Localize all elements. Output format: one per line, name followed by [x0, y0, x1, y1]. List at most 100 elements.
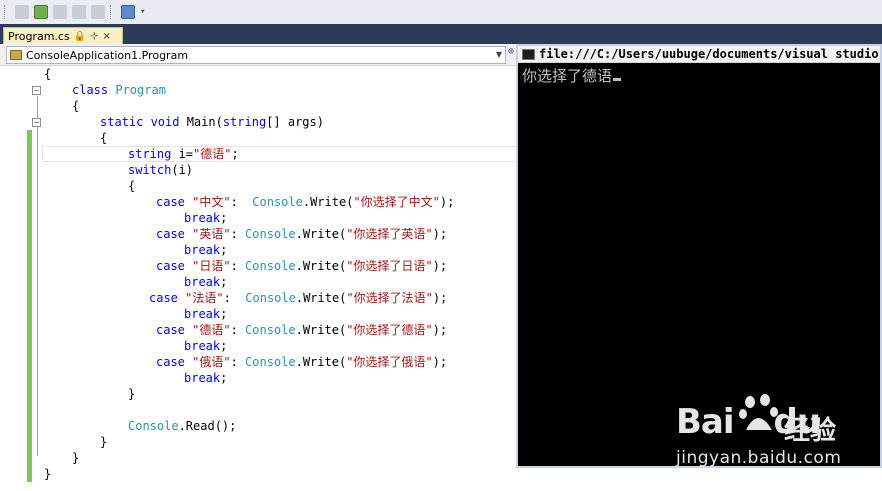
- code-token: ;: [220, 211, 228, 225]
- code-line[interactable]: break;: [184, 274, 227, 290]
- code-token: "俄语": [192, 355, 231, 369]
- code-token: class: [72, 83, 116, 97]
- toolbar-dropdown-icon[interactable]: ▾: [140, 7, 145, 17]
- code-token: Console: [128, 419, 179, 433]
- code-token: ;: [231, 147, 239, 161]
- class-selector[interactable]: ConsoleApplication1.Program ▼: [6, 46, 506, 64]
- code-token: .Write(: [295, 291, 347, 305]
- outline-guide: [37, 96, 38, 456]
- console-output: 你选择了德语: [518, 63, 880, 88]
- code-line[interactable]: {: [100, 130, 107, 146]
- code-line[interactable]: {: [72, 98, 79, 114]
- code-line[interactable]: case "中文": Console.Write("你选择了中文");: [156, 194, 454, 210]
- collapse-icon[interactable]: −: [32, 118, 41, 127]
- code-token: Console: [245, 291, 296, 305]
- code-token: switch: [128, 163, 172, 177]
- editor-gutter: [0, 66, 24, 491]
- layout-icon[interactable]: [121, 5, 135, 19]
- code-line[interactable]: }: [72, 450, 79, 466]
- square-icon[interactable]: [91, 5, 105, 19]
- code-token: Console: [245, 259, 296, 273]
- code-editor[interactable]: − − {class Program{static void Main(stri…: [0, 66, 518, 491]
- code-token: :: [230, 355, 246, 369]
- code-line[interactable]: }: [100, 434, 107, 450]
- code-token: {: [100, 131, 108, 145]
- code-token: i=: [178, 147, 194, 161]
- current-line-highlight: [42, 146, 518, 162]
- console-output-text: 你选择了德语: [522, 67, 613, 85]
- tab-program-cs[interactable]: Program.cs 🔒 ⊹ ×: [3, 27, 123, 44]
- code-token: Console: [245, 227, 296, 241]
- code-token: );: [432, 227, 448, 241]
- code-token: break: [184, 243, 221, 257]
- watermark-logo-text: Bai: [676, 402, 735, 442]
- code-line[interactable]: break;: [184, 306, 227, 322]
- code-line[interactable]: {: [128, 178, 135, 194]
- code-token: "英语": [192, 227, 231, 241]
- code-token: (i): [171, 163, 194, 177]
- code-token: break: [184, 371, 221, 385]
- code-token: ;: [220, 371, 228, 385]
- code-token: }: [128, 387, 136, 401]
- code-line[interactable]: {: [44, 66, 51, 82]
- chevron-down-icon[interactable]: ▼: [496, 50, 502, 59]
- code-line[interactable]: }: [128, 386, 135, 402]
- code-token: ;: [220, 339, 228, 353]
- code-line[interactable]: case "日语": Console.Write("你选择了日语");: [156, 258, 447, 274]
- code-token: "中文": [192, 195, 231, 209]
- code-token: "你选择了德语": [346, 323, 433, 337]
- forward-icon[interactable]: [72, 5, 86, 19]
- console-cursor: [613, 78, 622, 81]
- code-token: static: [100, 115, 151, 129]
- code-token: );: [432, 323, 448, 337]
- class-icon: [10, 50, 22, 60]
- code-token: }: [44, 467, 52, 481]
- code-line[interactable]: break;: [184, 370, 227, 386]
- toolbar-grip[interactable]: [4, 5, 8, 19]
- document-tab-strip: Program.cs 🔒 ⊹ ×: [0, 24, 882, 44]
- code-line[interactable]: switch(i): [128, 162, 193, 178]
- code-token: :: [230, 323, 246, 337]
- code-token: "你选择了法语": [346, 291, 433, 305]
- code-line[interactable]: break;: [184, 210, 227, 226]
- code-token: {: [72, 99, 80, 113]
- change-indicator: [27, 130, 32, 482]
- code-token: break: [184, 211, 221, 225]
- code-line[interactable]: class Program: [72, 82, 166, 98]
- code-line[interactable]: case "德语": Console.Write("你选择了德语");: [156, 322, 447, 338]
- code-line[interactable]: case "俄语": Console.Write("你选择了俄语");: [156, 354, 447, 370]
- code-line[interactable]: string i="德语";: [128, 146, 239, 162]
- code-line[interactable]: case "英语": Console.Write("你选择了英语");: [156, 226, 447, 242]
- code-token: case: [156, 259, 193, 273]
- code-token: break: [184, 275, 221, 289]
- code-token: case: [156, 227, 193, 241]
- watermark-url: jingyan.baidu.com: [676, 448, 842, 468]
- paw-icon: [739, 394, 778, 430]
- navigation-bar: ConsoleApplication1.Program ▼: [0, 44, 516, 66]
- stop-icon[interactable]: [53, 5, 67, 19]
- code-token: ;: [220, 275, 228, 289]
- code-line[interactable]: static void Main(string[] args): [100, 114, 324, 130]
- code-token: }: [72, 451, 80, 465]
- close-icon[interactable]: ×: [103, 31, 111, 42]
- member-selector-icon[interactable]: ⊕: [508, 46, 514, 57]
- build-icon[interactable]: [34, 5, 48, 19]
- code-token: case: [156, 323, 193, 337]
- code-token: void: [150, 115, 187, 129]
- console-title-bar[interactable]: file:///C:/Users/uubuge/documents/visual…: [518, 46, 880, 63]
- code-token: Console: [245, 355, 296, 369]
- code-token: case: [149, 291, 186, 305]
- code-line[interactable]: break;: [184, 242, 227, 258]
- step-icon[interactable]: [15, 5, 29, 19]
- code-token: :: [230, 227, 246, 241]
- code-token: ;: [220, 243, 228, 257]
- code-line[interactable]: case "法语": Console.Write("你选择了法语");: [149, 290, 447, 306]
- pin-icon[interactable]: ⊹: [90, 31, 98, 42]
- code-line[interactable]: Console.Read();: [128, 418, 236, 434]
- code-token: string: [128, 147, 179, 161]
- watermark-brand: 经验: [784, 416, 837, 446]
- code-line[interactable]: }: [44, 466, 51, 482]
- code-line[interactable]: break;: [184, 338, 227, 354]
- code-token: [] args): [266, 115, 324, 129]
- collapse-icon[interactable]: −: [32, 86, 41, 95]
